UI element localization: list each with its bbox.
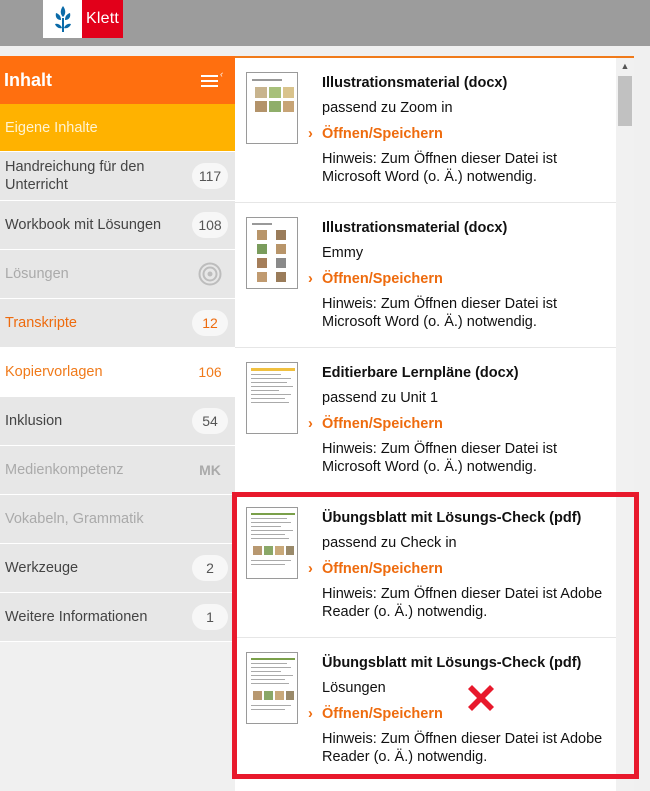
- entry-subtitle: passend zu Zoom in: [322, 100, 453, 116]
- chevron-right-icon: ›: [308, 561, 313, 577]
- open-save-label: Öffnen/Speichern: [322, 561, 443, 577]
- chevron-right-icon: ›: [308, 706, 313, 722]
- entry-body: Übungsblatt mit Lösungs-Check (pdf) pass…: [308, 507, 612, 621]
- entry-title: Editierbare Lernpläne (docx): [322, 365, 519, 381]
- collapse-menu-icon[interactable]: ‹: [201, 70, 223, 90]
- open-save-link[interactable]: › Öffnen/Speichern: [308, 266, 612, 292]
- open-save-label: Öffnen/Speichern: [322, 271, 443, 287]
- open-save-label: Öffnen/Speichern: [322, 126, 443, 142]
- sidebar-item-loesungen[interactable]: Lösungen: [0, 250, 235, 299]
- entry-hint: Hinweis: Zum Öffnen dieser Datei ist Ado…: [322, 731, 603, 765]
- klett-clover-icon: [43, 0, 82, 38]
- sidebar-item-label: Weitere Informationen: [5, 609, 148, 625]
- sidebar-item-eigene-inhalte[interactable]: Eigene Inhalte: [0, 104, 235, 152]
- list-item: Illustrationsmaterial (docx) Emmy › Öffn…: [235, 203, 616, 348]
- document-thumbnail[interactable]: [246, 362, 298, 434]
- sidebar-item-label: Workbook mit Lösungen: [5, 217, 162, 233]
- entry-title: Illustrationsmaterial (docx): [322, 220, 508, 236]
- document-thumbnail[interactable]: [246, 217, 298, 289]
- mk-badge: MK: [199, 462, 221, 478]
- count-badge: 54: [192, 408, 228, 434]
- sidebar-item-workbook[interactable]: Workbook mit Lösungen 108: [0, 201, 235, 250]
- sidebar-item-label: Handreichung für den Unterricht: [5, 159, 145, 193]
- open-save-label: Öffnen/Speichern: [322, 416, 443, 432]
- sidebar-item-werkzeuge[interactable]: Werkzeuge 2: [0, 544, 235, 593]
- scroll-up-icon[interactable]: ▲: [616, 58, 634, 74]
- sidebar-item-weitere-informationen[interactable]: Weitere Informationen 1: [0, 593, 235, 642]
- entry-hint: Hinweis: Zum Öffnen dieser Datei ist Ado…: [322, 586, 603, 620]
- top-bar: Klett: [0, 0, 650, 46]
- sidebar-item-handreichung[interactable]: Handreichung für den Unterricht 117: [0, 152, 235, 201]
- sidebar-item-transkripte[interactable]: Transkripte 12: [0, 299, 235, 348]
- count-badge: 1: [192, 604, 228, 630]
- count-badge: 12: [192, 310, 228, 336]
- entry-hint: Hinweis: Zum Öffnen dieser Datei ist Mic…: [322, 151, 558, 185]
- chevron-right-icon: ›: [308, 416, 313, 432]
- sidebar: Inhalt ‹ Eigene Inhalte Handreichung für…: [0, 56, 235, 791]
- entry-title: Übungsblatt mit Lösungs-Check (pdf): [322, 510, 582, 526]
- open-save-link[interactable]: › Öffnen/Speichern: [308, 411, 612, 437]
- entry-body: Illustrationsmaterial (docx) passend zu …: [308, 72, 612, 186]
- sidebar-header: Inhalt ‹: [0, 56, 235, 104]
- sidebar-title: Inhalt: [4, 69, 52, 90]
- klett-logo-text: Klett: [82, 0, 123, 38]
- open-save-label: Öffnen/Speichern: [322, 706, 443, 722]
- entry-body: Illustrationsmaterial (docx) Emmy › Öffn…: [308, 217, 612, 331]
- target-icon: [192, 261, 228, 287]
- entry-title: Übungsblatt mit Lösungs-Check (pdf): [322, 655, 582, 671]
- sidebar-item-label: Eigene Inhalte: [5, 119, 98, 136]
- chevron-right-icon: ›: [308, 271, 313, 287]
- document-thumbnail[interactable]: [246, 72, 298, 144]
- sidebar-item-label: Werkzeuge: [5, 560, 79, 576]
- entry-subtitle: passend zu Check in: [322, 535, 457, 551]
- count-badge: 2: [192, 555, 228, 581]
- scrollbar-thumb[interactable]: [618, 76, 632, 126]
- entry-subtitle: passend zu Unit 1: [322, 390, 439, 406]
- count-badge: 106: [198, 364, 222, 380]
- sidebar-item-kopiervorlagen[interactable]: Kopiervorlagen 106: [0, 348, 235, 397]
- open-save-link[interactable]: › Öffnen/Speichern: [308, 121, 612, 147]
- sidebar-item-label: Lösungen: [5, 266, 69, 282]
- list-item: Übungsblatt mit Lösungs-Check (pdf) pass…: [235, 493, 616, 638]
- document-thumbnail[interactable]: [246, 507, 298, 579]
- entry-body: Editierbare Lernpläne (docx) passend zu …: [308, 362, 612, 476]
- material-list: Illustrationsmaterial (docx) passend zu …: [235, 58, 616, 791]
- entry-hint: Hinweis: Zum Öffnen dieser Datei ist Mic…: [322, 441, 558, 475]
- entry-subtitle: Emmy: [322, 245, 364, 261]
- sidebar-item-inklusion[interactable]: Inklusion 54: [0, 397, 235, 446]
- entry-title: Illustrationsmaterial (docx): [322, 75, 508, 91]
- sidebar-item-label: Vokabeln, Grammatik: [5, 511, 144, 527]
- list-item: Übungsblatt mit Lösungs-Check (pdf) Lösu…: [235, 638, 616, 783]
- red-cross-icon: [468, 685, 494, 711]
- sidebar-item-label: Inklusion: [5, 413, 63, 429]
- document-thumbnail[interactable]: [246, 652, 298, 724]
- entry-hint: Hinweis: Zum Öffnen dieser Datei ist Mic…: [322, 296, 558, 330]
- count-badge: 117: [192, 163, 228, 189]
- open-save-link[interactable]: › Öffnen/Speichern: [308, 556, 612, 582]
- klett-logo[interactable]: Klett: [43, 0, 123, 38]
- chevron-right-icon: ›: [308, 126, 313, 142]
- sidebar-item-label: Transkripte: [5, 315, 77, 331]
- count-badge: 108: [192, 212, 228, 238]
- sidebar-item-label: Kopiervorlagen: [5, 364, 103, 380]
- sidebar-item-label: Medienkompetenz: [5, 462, 124, 478]
- sidebar-item-vokabeln-grammatik[interactable]: Vokabeln, Grammatik: [0, 495, 235, 544]
- list-item: Editierbare Lernpläne (docx) passend zu …: [235, 348, 616, 493]
- list-scrollbar[interactable]: ▲: [616, 58, 634, 791]
- sidebar-item-medienkompetenz[interactable]: Medienkompetenz MK: [0, 446, 235, 495]
- list-item: Illustrationsmaterial (docx) passend zu …: [235, 58, 616, 203]
